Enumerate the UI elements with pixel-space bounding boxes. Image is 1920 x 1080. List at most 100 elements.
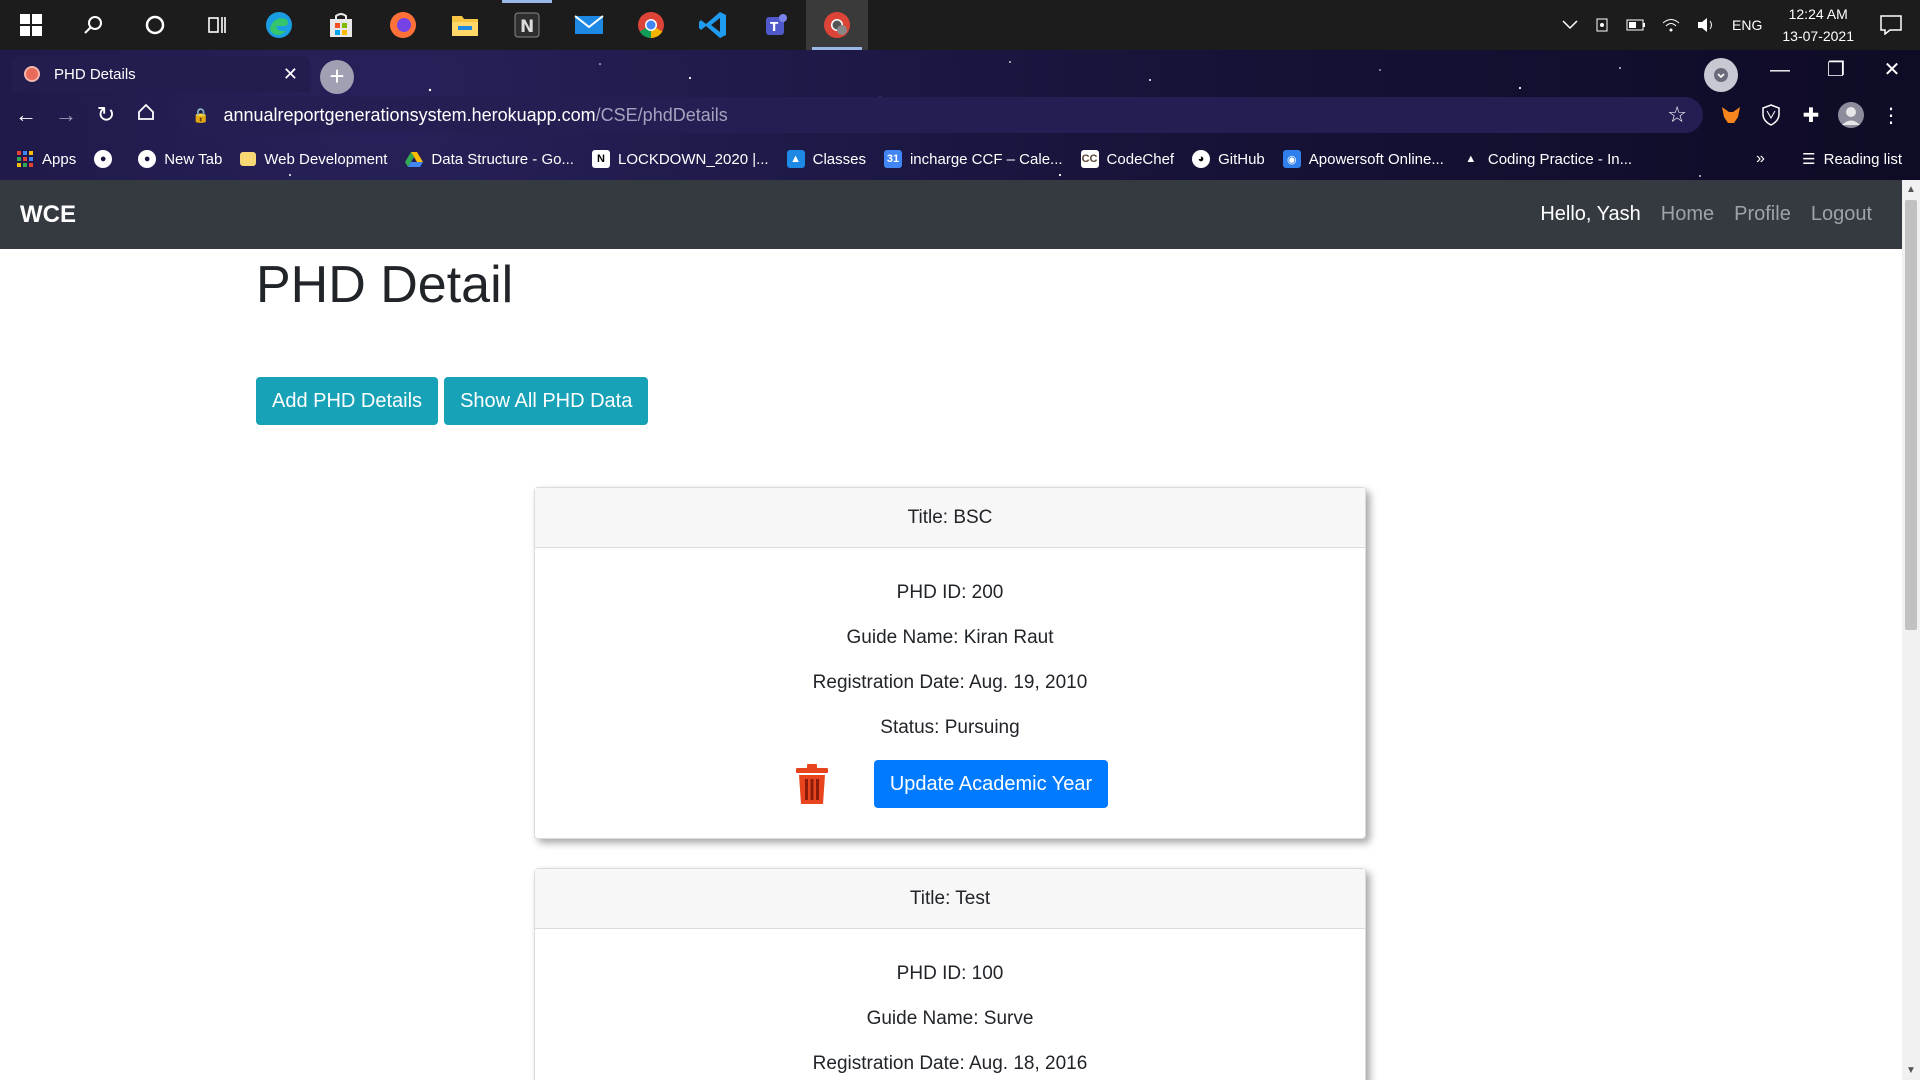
registration-date: Registration Date: Aug. 19, 2010 (812, 672, 1088, 693)
more-bookmarks-icon[interactable]: » (1756, 138, 1765, 180)
status-text: Status: Pursuing (880, 717, 1020, 738)
close-window-icon[interactable]: ✕ (1864, 50, 1920, 92)
bookmark-label: Data Structure - Go... (431, 150, 574, 168)
bookmark-apps[interactable]: Apps (16, 150, 76, 168)
phd-card: Title: BSC PHD ID: 200 Guide Name: Kiran… (534, 487, 1366, 839)
vscode-icon[interactable] (682, 0, 744, 50)
bookmarks-bar: Apps ● ● New Tab Web Development Data St… (0, 138, 1920, 180)
home-icon[interactable] (126, 102, 166, 128)
bookmark-apowersoft[interactable]: ◉ Apowersoft Online... (1282, 150, 1444, 168)
menu-kebab-icon[interactable]: ⋮ (1876, 100, 1906, 130)
wifi-icon[interactable] (1662, 17, 1680, 33)
bookmark-classes[interactable]: ▲ Classes (786, 150, 866, 168)
bookmark-star-icon[interactable]: ☆ (1667, 102, 1687, 128)
tab-title: PHD Details (54, 65, 136, 83)
scroll-down-icon[interactable]: ▼ (1906, 1065, 1916, 1076)
show-all-phd-button[interactable]: Show All PHD Data (444, 377, 649, 425)
device-icon[interactable] (1594, 17, 1610, 33)
avatar[interactable] (1836, 100, 1866, 130)
brand-logo[interactable]: WCE (20, 201, 76, 229)
page-title: PHD Detail (256, 256, 514, 314)
clock[interactable]: 12:24 AM 13-07-2021 (1782, 3, 1854, 47)
task-view-icon[interactable] (186, 0, 248, 50)
bookmark-codechef[interactable]: CC CodeChef (1080, 150, 1175, 168)
shield-icon[interactable] (1756, 100, 1786, 130)
nav-link-profile[interactable]: Profile (1734, 203, 1791, 226)
teams-icon[interactable]: T (744, 0, 806, 50)
greeting-text: Hello, Yash (1540, 203, 1641, 225)
card-body: PHD ID: 100 Guide Name: Surve Registrati… (535, 929, 1365, 1080)
language-indicator[interactable]: ENG (1732, 17, 1762, 33)
url-path: /CSE/phdDetails (595, 104, 728, 125)
restore-icon[interactable]: ❐ (1808, 50, 1864, 92)
minimize-icon[interactable]: — (1752, 50, 1808, 92)
folder-icon (240, 152, 257, 166)
notion-icon[interactable]: N (496, 0, 558, 50)
scrollbar-thumb[interactable] (1905, 200, 1917, 630)
page-scrollbar[interactable]: ▲ ▼ (1902, 180, 1920, 1080)
github-icon: ◕ (1192, 150, 1211, 168)
bookmark-label: incharge CCF – Cale... (909, 150, 1063, 168)
notion-icon: N (591, 150, 610, 168)
notification-icon[interactable] (1880, 15, 1902, 35)
google-drive-icon (405, 150, 424, 168)
trash-icon[interactable] (792, 762, 832, 806)
chrome-app-icon[interactable] (806, 0, 868, 50)
reading-list-button[interactable]: ☰ Reading list (1802, 138, 1902, 180)
bookmark-lockdown[interactable]: N LOCKDOWN_2020 |... (591, 150, 769, 168)
scroll-up-icon[interactable]: ▲ (1906, 184, 1916, 195)
forward-arrow-icon[interactable]: → (46, 102, 86, 128)
bookmark-label: CodeChef (1106, 150, 1175, 168)
bookmark-incharge-ccf[interactable]: 31 incharge CCF – Cale... (883, 150, 1063, 168)
tab-phd-details[interactable]: PHD Details ✕ (12, 56, 310, 92)
reload-icon[interactable]: ↻ (86, 102, 126, 128)
action-buttons: Add PHD Details Show All PHD Data (256, 377, 1646, 425)
cortana-icon[interactable] (124, 0, 186, 50)
back-arrow-icon[interactable]: ← (6, 102, 46, 128)
mail-icon[interactable] (558, 0, 620, 50)
windows-start-icon[interactable] (0, 0, 62, 50)
file-explorer-icon[interactable] (434, 0, 496, 50)
phd-card: Title: Test PHD ID: 100 Guide Name: Surv… (534, 868, 1366, 1080)
volume-icon[interactable] (1696, 17, 1716, 33)
extensions-puzzle-icon[interactable]: ✚ (1796, 100, 1826, 130)
bookmark-label: New Tab (164, 150, 223, 168)
codechef-icon: CC (1080, 150, 1099, 168)
browser-toolbar: ← → ↻ 🔒 annualreportgenerationsystem.her… (0, 92, 1920, 138)
tab-strip: PHD Details ✕ + — ❐ ✕ (0, 50, 1920, 94)
new-tab-button[interactable]: + (320, 60, 354, 94)
store-icon[interactable] (310, 0, 372, 50)
bookmark-new-tab[interactable]: ● New Tab (138, 150, 222, 168)
lock-icon[interactable]: 🔒 (192, 107, 209, 124)
chevron-up-icon[interactable] (1562, 20, 1578, 30)
bookmark-label: Web Development (264, 150, 388, 168)
calendar-icon: 31 (883, 150, 902, 168)
globe-icon: ● (94, 150, 113, 168)
nav-link-logout[interactable]: Logout (1811, 203, 1872, 226)
bookmark-github[interactable]: ◕ GitHub (1192, 150, 1265, 168)
card-title: Title: Test (535, 869, 1365, 929)
firefox-icon[interactable] (372, 0, 434, 50)
bookmark-coding-practice[interactable]: ▲ Coding Practice - In... (1462, 150, 1632, 168)
close-icon[interactable]: ✕ (283, 64, 298, 85)
chrome-icon[interactable] (620, 0, 682, 50)
globe-icon: ● (138, 150, 157, 168)
battery-icon[interactable] (1626, 19, 1646, 31)
address-bar[interactable]: 🔒 annualreportgenerationsystem.herokuapp… (176, 97, 1703, 133)
bookmark-label: Coding Practice - In... (1487, 150, 1633, 168)
bookmark-data-structure[interactable]: Data Structure - Go... (405, 150, 574, 168)
metamask-icon[interactable] (1716, 100, 1746, 130)
reading-list-label: Reading list (1823, 150, 1902, 168)
add-phd-button[interactable]: Add PHD Details (256, 377, 439, 425)
search-icon[interactable] (62, 0, 124, 50)
update-academic-year-button[interactable]: Update Academic Year (873, 760, 1109, 808)
edge-icon[interactable] (248, 0, 310, 50)
window-controls: — ❐ ✕ (1752, 50, 1920, 92)
nav-link-home[interactable]: Home (1661, 203, 1714, 226)
download-icon[interactable] (1704, 58, 1738, 92)
browser-chrome: PHD Details ✕ + — ❐ ✕ ← → ↻ 🔒 annualrepo… (0, 50, 1920, 180)
bookmark-web-development[interactable]: Web Development (240, 151, 387, 168)
bookmark-label: GitHub (1218, 150, 1265, 168)
card-actions: Update Academic Year (535, 760, 1365, 838)
bookmark-globe[interactable]: ● (94, 150, 120, 168)
